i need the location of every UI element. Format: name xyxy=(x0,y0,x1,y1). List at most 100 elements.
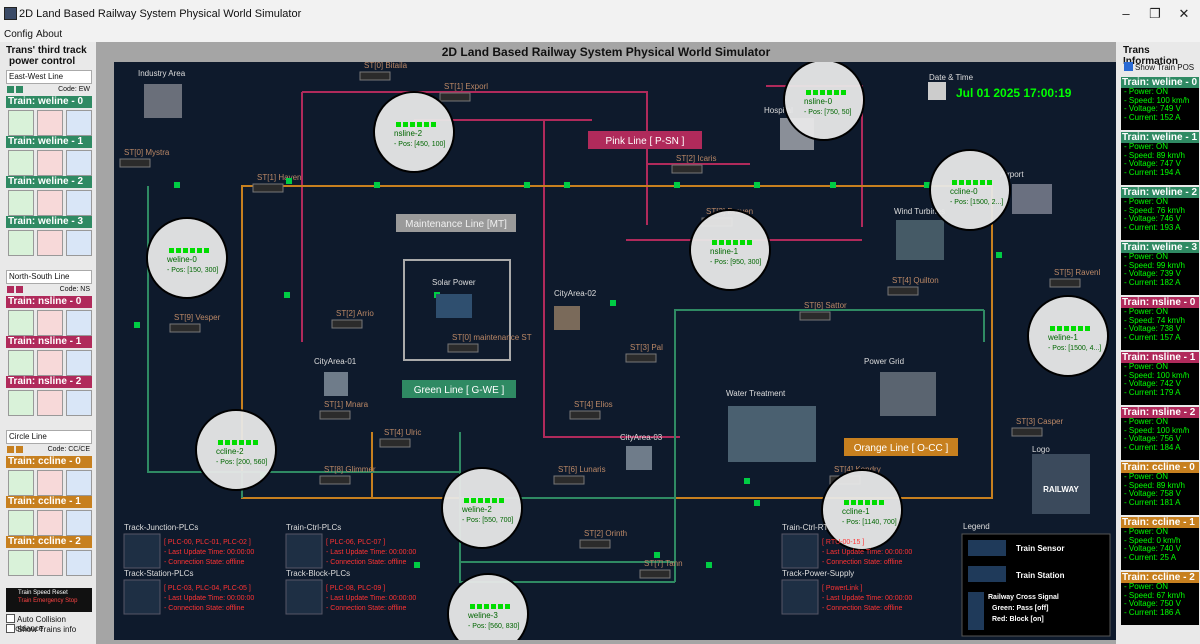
power-on-icon[interactable] xyxy=(8,150,34,176)
reset-icon[interactable] xyxy=(66,190,92,216)
sensor-dot xyxy=(924,182,930,188)
power-on-icon[interactable] xyxy=(8,390,34,416)
plc-title: Train-Ctrl-RTUs xyxy=(782,523,838,532)
train-car xyxy=(218,440,223,445)
power-off-icon[interactable] xyxy=(37,150,63,176)
power-off-icon[interactable] xyxy=(37,310,63,336)
train-car xyxy=(225,440,230,445)
plc-icon xyxy=(123,579,161,615)
panel-title-1: Trans' third track xyxy=(6,45,87,56)
line-power-icon[interactable] xyxy=(7,446,14,453)
power-off-icon[interactable] xyxy=(37,230,63,256)
reset-icon[interactable] xyxy=(66,550,92,576)
train-car xyxy=(190,248,195,253)
area-city01: CityArea-01 xyxy=(314,357,357,366)
power-off-icon[interactable] xyxy=(37,190,63,216)
train-marker[interactable]: weline-2 - Pos: [550, 700] xyxy=(441,467,523,549)
reset-icon[interactable] xyxy=(66,350,92,376)
sensor-dot xyxy=(744,478,750,484)
power-on-icon[interactable] xyxy=(8,350,34,376)
reset-icon[interactable] xyxy=(66,510,92,536)
date-time-label: Date & Time xyxy=(929,73,974,82)
power-on-icon[interactable] xyxy=(8,190,34,216)
minimize-icon[interactable]: – xyxy=(1112,6,1140,22)
train-current: - Current: 184 A xyxy=(1124,442,1181,452)
station-label: ST[1] Exporl xyxy=(444,82,488,91)
reset-icon[interactable] xyxy=(66,470,92,496)
show-train-pos-checkbox[interactable]: Show Train POS xyxy=(1124,62,1194,72)
train-car xyxy=(253,440,258,445)
plc-icon xyxy=(285,533,323,569)
line-power-icon[interactable] xyxy=(16,86,23,93)
line-power-icon[interactable] xyxy=(7,86,14,93)
menu-config[interactable]: Config xyxy=(4,29,33,40)
solar-panel-icon xyxy=(436,294,472,318)
map-panel: 2D Land Based Railway System Physical Wo… xyxy=(96,42,1120,644)
train-position: - Pos: [200, 560] xyxy=(216,459,267,466)
speed-reset-label[interactable]: Train Speed Reset xyxy=(6,588,92,596)
reset-icon[interactable] xyxy=(66,310,92,336)
railway-logo-icon xyxy=(1032,454,1090,514)
train-marker[interactable]: nsline-0 - Pos: [750, 50] xyxy=(783,62,865,141)
line-power-icon[interactable] xyxy=(7,286,14,293)
power-on-icon[interactable] xyxy=(8,470,34,496)
power-off-icon[interactable] xyxy=(37,110,63,136)
line-controls: Code: EW xyxy=(6,84,92,96)
train-car xyxy=(834,90,839,95)
sensor-dot xyxy=(564,182,570,188)
power-off-icon[interactable] xyxy=(37,350,63,376)
cross-signal-icon xyxy=(968,592,984,630)
power-on-icon[interactable] xyxy=(8,230,34,256)
area-powergrid: Power Grid xyxy=(864,357,904,366)
sensor-dot xyxy=(996,252,1002,258)
line-power-icon[interactable] xyxy=(16,446,23,453)
maximize-icon[interactable]: ❐ xyxy=(1141,6,1169,22)
train-power-buttons xyxy=(6,468,92,496)
power-on-icon[interactable] xyxy=(8,310,34,336)
train-current: - Current: 25 A xyxy=(1124,552,1177,562)
train-current: - Current: 186 A xyxy=(1124,607,1181,617)
close-icon[interactable]: ✕ xyxy=(1170,6,1198,22)
show-trains-info-checkbox[interactable]: Show Trains info xyxy=(6,624,76,634)
reset-icon[interactable] xyxy=(66,110,92,136)
power-on-icon[interactable] xyxy=(8,510,34,536)
line-power-icon[interactable] xyxy=(16,286,23,293)
power-off-icon[interactable] xyxy=(37,390,63,416)
legend-station: Train Station xyxy=(1016,571,1065,580)
train-marker[interactable]: ccline-0 - Pos: [1500, 2...] xyxy=(929,149,1011,231)
train-car xyxy=(820,90,825,95)
emergency-stop-label[interactable]: Train Emergency Stop xyxy=(6,596,92,604)
railway-map[interactable]: ST[0] Mystra ST[1] Haven ST[0] Bitaila ST[1… xyxy=(114,62,1120,640)
train-marker[interactable]: ccline-1 - Pos: [1140, 700] xyxy=(821,469,903,551)
train-info-card: Train: ccline - 1 - Power: ON - Speed: 0… xyxy=(1121,517,1199,570)
train-marker[interactable]: nsline-2 - Pos: [450, 100] xyxy=(373,91,455,173)
station-label: ST[7] Tann xyxy=(644,559,683,568)
menu-about[interactable]: About xyxy=(36,29,62,40)
reset-icon[interactable] xyxy=(66,390,92,416)
power-off-icon[interactable] xyxy=(37,510,63,536)
power-on-icon[interactable] xyxy=(8,110,34,136)
station-label: ST[9] Vesper xyxy=(174,313,221,322)
legend-green: Green: Pass [off] xyxy=(992,605,1048,612)
station-label: ST[3] Pal xyxy=(630,343,663,352)
train-marker[interactable]: weline-1 - Pos: [1500, 4...] xyxy=(1027,295,1109,377)
train-car xyxy=(966,180,971,185)
train-marker[interactable]: weline-0 - Pos: [150, 300] xyxy=(146,217,228,299)
reset-icon[interactable] xyxy=(66,230,92,256)
train-power-buttons xyxy=(6,308,92,336)
plc-status-line: - Connection State: offline xyxy=(164,559,245,566)
app-icon xyxy=(4,7,17,20)
train-marker[interactable]: ccline-2 - Pos: [200, 560] xyxy=(195,409,277,491)
legend-cross: Railway Cross Signal xyxy=(988,594,1059,601)
power-on-icon[interactable] xyxy=(8,550,34,576)
line-code: Code: NS xyxy=(59,286,90,293)
train-car xyxy=(712,240,717,245)
power-off-icon[interactable] xyxy=(37,550,63,576)
reset-icon[interactable] xyxy=(66,150,92,176)
train-car xyxy=(492,498,497,503)
plc-status-line: [ PLC-06, PLC-07 ] xyxy=(326,539,385,546)
train-name: ccline-1 xyxy=(842,507,870,516)
power-off-icon[interactable] xyxy=(37,470,63,496)
sensor-dot xyxy=(674,182,680,188)
train-marker[interactable]: nsline-1 - Pos: [950, 300] xyxy=(689,209,771,291)
